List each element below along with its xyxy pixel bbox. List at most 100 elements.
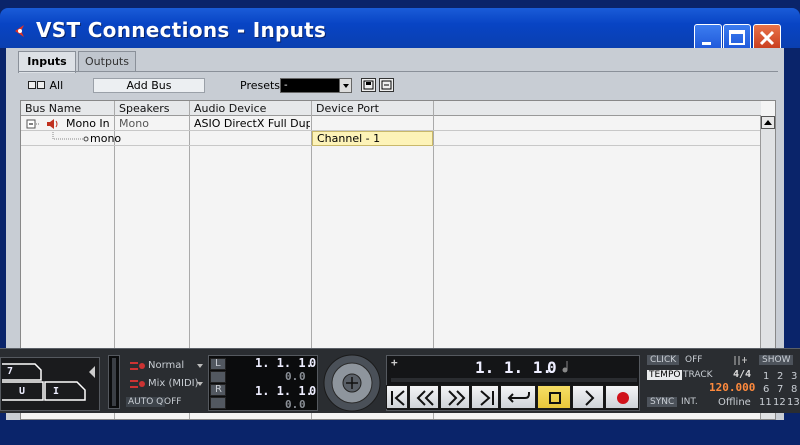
go-to-end-icon	[480, 390, 494, 406]
primary-time-ticks[interactable]: 0	[547, 358, 557, 377]
pad-key-i[interactable]: I	[53, 386, 59, 397]
pad-key-u[interactable]: U	[19, 386, 25, 397]
chevron-up-icon	[764, 120, 772, 125]
marker-3[interactable]: 3	[791, 371, 797, 382]
rewind-button[interactable]	[409, 385, 439, 409]
tempo-value[interactable]: 120.000	[709, 381, 755, 394]
left-locator-icon: L	[215, 358, 221, 369]
transport-panel: 7 U I Normal Mix (MIDI) AUTO Q OFF L R 1…	[0, 348, 800, 413]
fast-forward-button[interactable]	[440, 385, 470, 409]
right-locator-button[interactable]: R	[210, 384, 226, 396]
left-locator-ticks[interactable]: 0	[309, 356, 316, 370]
tempo-sync-panel: CLICK OFF TEMPO TRACK 4/4 120.000 SYNC I…	[645, 355, 755, 411]
left-offset-ticks[interactable]: 0	[299, 370, 306, 383]
presets-label: Presets	[240, 79, 281, 92]
stop-icon	[549, 392, 561, 404]
column-header-audio-device[interactable]: Audio Device	[194, 102, 266, 115]
device-port-select[interactable]: Channel - 1	[312, 131, 433, 146]
markers-panel: SHOW 1 2 3 6 7 8 11 12 13	[757, 355, 800, 411]
marker-6[interactable]: 6	[763, 384, 769, 395]
table-header: Bus Name Speakers Audio Device Device Po…	[21, 101, 761, 116]
tree-branch-icon	[52, 132, 89, 142]
show-markers-button[interactable]: SHOW	[759, 355, 794, 365]
click-settings-icon[interactable]	[733, 355, 749, 366]
marker-12[interactable]: 12	[773, 397, 786, 408]
column-header-speakers[interactable]: Speakers	[119, 102, 169, 115]
stop-button[interactable]	[537, 385, 571, 409]
primary-time-display[interactable]: 1. 1. 1.	[475, 358, 552, 377]
expand-all-icon	[28, 81, 36, 89]
marker-1[interactable]: 1	[763, 371, 769, 382]
column-header-bus-name[interactable]: Bus Name	[25, 102, 81, 115]
position-slider[interactable]	[391, 378, 637, 382]
application-window: VST Connections - Inputs Inputs Outputs …	[0, 0, 800, 445]
autoq-label[interactable]: AUTO Q	[126, 397, 166, 407]
marker-13[interactable]: 13	[787, 397, 800, 408]
go-to-start-button[interactable]	[386, 385, 408, 409]
go-to-end-button[interactable]	[471, 385, 499, 409]
save-preset-icon[interactable]	[361, 78, 376, 92]
table-row[interactable]: mono Channel - 1	[21, 131, 761, 146]
chevron-down-icon[interactable]	[196, 380, 204, 388]
tempo-button[interactable]: TEMPO	[647, 370, 683, 380]
fast-forward-icon	[448, 390, 466, 406]
marker-11[interactable]: 11	[759, 397, 772, 408]
presets-dropdown[interactable]: -	[280, 78, 352, 93]
right-locator-value[interactable]: 1. 1. 1.	[255, 384, 313, 398]
play-button[interactable]	[572, 385, 604, 409]
autoq-value: OFF	[164, 397, 182, 407]
left-locator-value[interactable]: 1. 1. 1.	[255, 356, 313, 370]
tab-outputs[interactable]: Outputs	[78, 51, 136, 72]
tempo-track-label: TRACK	[683, 370, 713, 380]
keypad-panel: 7 U I	[0, 357, 100, 411]
punch-out-button[interactable]	[210, 397, 226, 409]
expand-collapse-all-button[interactable]: All	[28, 79, 63, 92]
title-bar[interactable]: VST Connections - Inputs	[0, 8, 800, 52]
pad-key-7[interactable]: 7	[7, 366, 13, 377]
record-mode-mix[interactable]: Mix (MIDI)	[148, 378, 199, 389]
audio-device-value[interactable]: ASIO DirectX Full Duplex D	[194, 117, 310, 130]
connections-toolbar: All Add Bus Presets -	[18, 71, 778, 97]
left-locator-button[interactable]: L	[210, 358, 226, 370]
cycle-button[interactable]	[500, 385, 536, 409]
cubase-logo-icon	[15, 25, 24, 37]
device-port-value: Channel - 1	[317, 132, 381, 145]
table-row[interactable]: Mono In Mono ASIO DirectX Full Duplex D	[21, 116, 761, 131]
chevron-down-icon[interactable]	[196, 362, 204, 370]
record-icon	[617, 392, 629, 404]
keypad-outline-icon	[2, 363, 95, 401]
window-title: VST Connections - Inputs	[36, 18, 327, 42]
marker-7[interactable]: 7	[777, 384, 783, 395]
tab-inputs[interactable]: Inputs	[18, 51, 76, 73]
punch-in-button[interactable]	[210, 371, 226, 383]
column-header-device-port[interactable]: Device Port	[316, 102, 379, 115]
right-offset-value[interactable]: 0.	[285, 398, 298, 411]
position-plus-icon[interactable]: +	[391, 356, 398, 369]
rewind-icon	[416, 390, 434, 406]
presets-value: -	[284, 80, 288, 91]
left-offset-value[interactable]: 0.	[285, 370, 298, 383]
marker-8[interactable]: 8	[791, 384, 797, 395]
sync-button[interactable]: SYNC	[647, 397, 678, 407]
time-signature[interactable]: 4/4	[733, 369, 751, 380]
click-button[interactable]: CLICK	[647, 355, 680, 365]
right-locator-ticks[interactable]: 0	[309, 384, 316, 398]
sync-source: INT.	[681, 397, 698, 407]
scroll-up-button[interactable]	[761, 116, 775, 129]
go-to-start-icon	[391, 390, 405, 406]
channel-name[interactable]: mono	[90, 132, 121, 145]
marker-2[interactable]: 2	[777, 371, 783, 382]
right-offset-ticks[interactable]: 0	[299, 398, 306, 411]
level-meter	[108, 355, 120, 409]
record-button[interactable]	[605, 385, 639, 409]
add-bus-button[interactable]: Add Bus	[93, 78, 205, 93]
bus-name[interactable]: Mono In	[66, 117, 110, 130]
play-icon	[585, 390, 595, 406]
all-label: All	[49, 79, 64, 92]
mix-mode-icon	[130, 380, 145, 388]
remove-preset-icon[interactable]	[379, 78, 394, 92]
chevron-down-icon[interactable]	[339, 79, 351, 92]
record-mode-icon	[130, 362, 145, 370]
jog-wheel[interactable]	[322, 353, 382, 413]
record-mode-normal[interactable]: Normal	[148, 360, 184, 371]
